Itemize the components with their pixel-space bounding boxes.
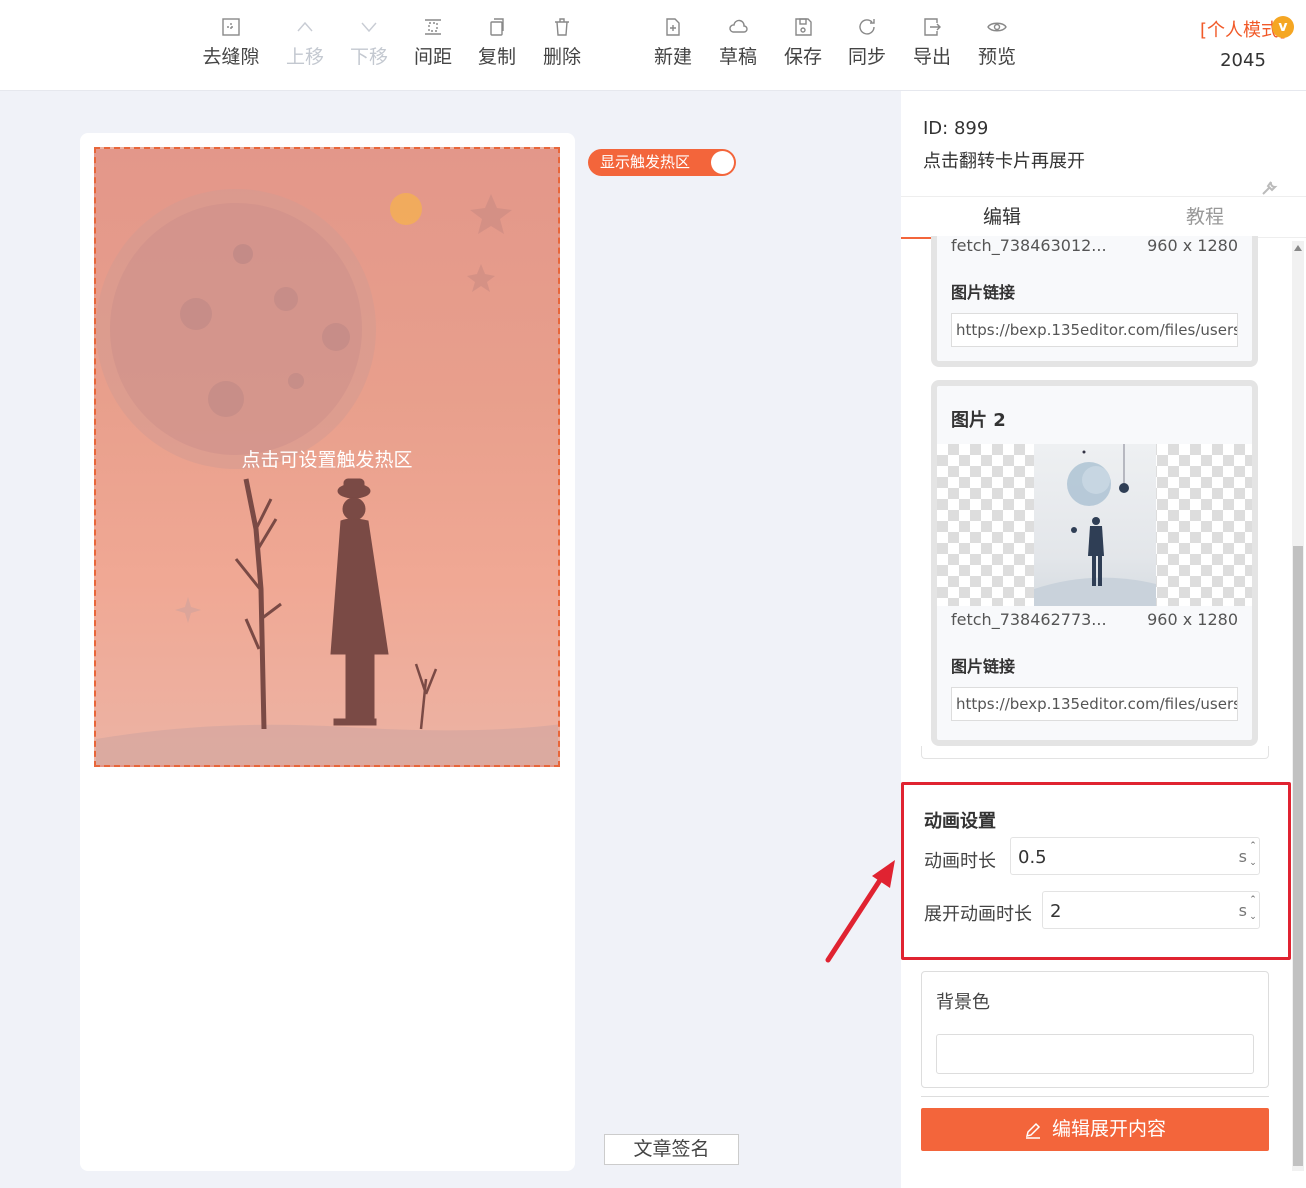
vip-badge-icon: v	[1272, 16, 1294, 38]
expand-stepper[interactable]: ⌃ ⌄	[1247, 892, 1259, 930]
expand-duration-input[interactable]: 2 s ⌃ ⌄	[1042, 891, 1260, 929]
show-hotzone-toggle[interactable]: 显示触发热区	[588, 149, 736, 176]
tab-edit[interactable]: 编辑	[901, 197, 1103, 239]
personal-mode[interactable]: [个人模式] v 2045	[1188, 16, 1298, 71]
wrench-icon[interactable]	[1260, 179, 1278, 197]
delete-button[interactable]: 删除	[530, 16, 594, 69]
copy-button[interactable]: 复制	[465, 16, 529, 69]
draft-button[interactable]: 草稿	[706, 16, 770, 69]
expand-duration-label: 展开动画时长	[924, 904, 1032, 925]
edit-expand-content-button[interactable]: 编辑展开内容	[921, 1108, 1269, 1151]
image-2-link-label: 图片链接	[951, 657, 1016, 676]
component-name: 点击翻转卡片再展开	[923, 151, 1085, 172]
image-1-filename: fetch_738463012...	[951, 236, 1107, 255]
animation-settings-title: 动画设置	[924, 811, 996, 832]
image-2-title: 图片 2	[951, 410, 1006, 431]
background-color-input[interactable]	[936, 1034, 1254, 1074]
image-1-size: 960 x 1280	[1147, 236, 1238, 255]
preview-button[interactable]: 预览	[965, 16, 1029, 69]
image-2-preview	[1034, 444, 1156, 606]
save-icon	[792, 16, 814, 38]
animation-duration-label: 动画时长	[924, 851, 996, 872]
scroll-thumb[interactable]	[1293, 546, 1303, 1166]
image-1-block: fetch_738463012... 960 x 1280 图片链接 https…	[931, 236, 1258, 367]
hotzone-toggle-label: 显示触发热区	[600, 153, 691, 171]
stepper-up-icon[interactable]: ⌃	[1247, 838, 1259, 855]
image-2-block: 图片 2 fetch_738462773... 960 x 1280 图片链接 …	[931, 380, 1258, 746]
image-1-link-label: 图片链接	[951, 283, 1016, 302]
export-button[interactable]: 导出	[900, 16, 964, 69]
image-2-size: 960 x 1280	[1147, 610, 1238, 629]
image-2-filename: fetch_738462773...	[951, 610, 1107, 629]
cloud-icon	[727, 16, 749, 38]
divider	[921, 1096, 1269, 1097]
animation-settings-highlight: 动画设置 动画时长 0.5 s ⌃ ⌄ 展开动画时长 2 s ⌃ ⌄	[901, 782, 1291, 960]
panel-tabs: 编辑 教程	[901, 196, 1306, 239]
top-toolbar: 去缝隙 上移 下移 间距 复制 删除 新建 草稿 保存 同步 导出 预览 [个人…	[0, 0, 1306, 91]
eye-icon	[986, 16, 1008, 38]
stepper-down-icon[interactable]: ⌄	[1247, 909, 1259, 926]
seam-icon	[220, 16, 242, 38]
spacing-icon	[422, 16, 444, 38]
article-signature-button[interactable]: 文章签名	[604, 1134, 739, 1165]
tab-tutorial[interactable]: 教程	[1104, 197, 1306, 239]
export-icon	[921, 16, 943, 38]
image-2-link-input[interactable]: https://bexp.135editor.com/files/users/0…	[951, 687, 1238, 721]
image-list-bottom	[921, 746, 1269, 759]
pencil-icon	[1025, 1122, 1041, 1139]
scroll-up-icon[interactable]	[1294, 245, 1302, 251]
stepper-up-icon[interactable]: ⌃	[1247, 892, 1259, 909]
save-button[interactable]: 保存	[771, 16, 835, 69]
background-color-section: 背景色	[921, 971, 1269, 1088]
image-2-thumbnail[interactable]	[937, 444, 1252, 606]
mode-number: 2045	[1220, 50, 1266, 71]
spacing-button[interactable]: 间距	[401, 16, 465, 69]
animation-duration-input[interactable]: 0.5 s ⌃ ⌄	[1010, 837, 1260, 875]
new-file-icon	[662, 16, 684, 38]
copy-icon	[486, 16, 508, 38]
annotation-arrow-icon	[825, 860, 895, 963]
background-color-label: 背景色	[936, 992, 990, 1013]
stepper-down-icon[interactable]: ⌄	[1247, 855, 1259, 872]
image-1-link-input[interactable]: https://bexp.135editor.com/files/users/0…	[951, 313, 1238, 347]
remove-gap-button[interactable]: 去缝隙	[199, 16, 263, 69]
new-button[interactable]: 新建	[641, 16, 705, 69]
toggle-knob	[711, 151, 734, 174]
component-id: ID: 899	[923, 118, 989, 139]
chevron-down-icon	[358, 16, 380, 38]
move-down-button[interactable]: 下移	[337, 16, 401, 69]
settings-panel: ID: 899 点击翻转卡片再展开 编辑 教程 fetch_738463012.…	[901, 91, 1306, 1188]
move-up-button[interactable]: 上移	[273, 16, 337, 69]
sync-icon	[856, 16, 878, 38]
flip-card-poster[interactable]: 点击可设置触发热区	[94, 147, 560, 767]
hotzone-hint: 点击可设置触发热区	[241, 449, 413, 471]
chevron-up-icon	[294, 16, 316, 38]
sync-button[interactable]: 同步	[835, 16, 899, 69]
duration-stepper[interactable]: ⌃ ⌄	[1247, 838, 1259, 876]
panel-scrollbar[interactable]	[1292, 241, 1304, 1171]
trash-icon	[551, 16, 573, 38]
